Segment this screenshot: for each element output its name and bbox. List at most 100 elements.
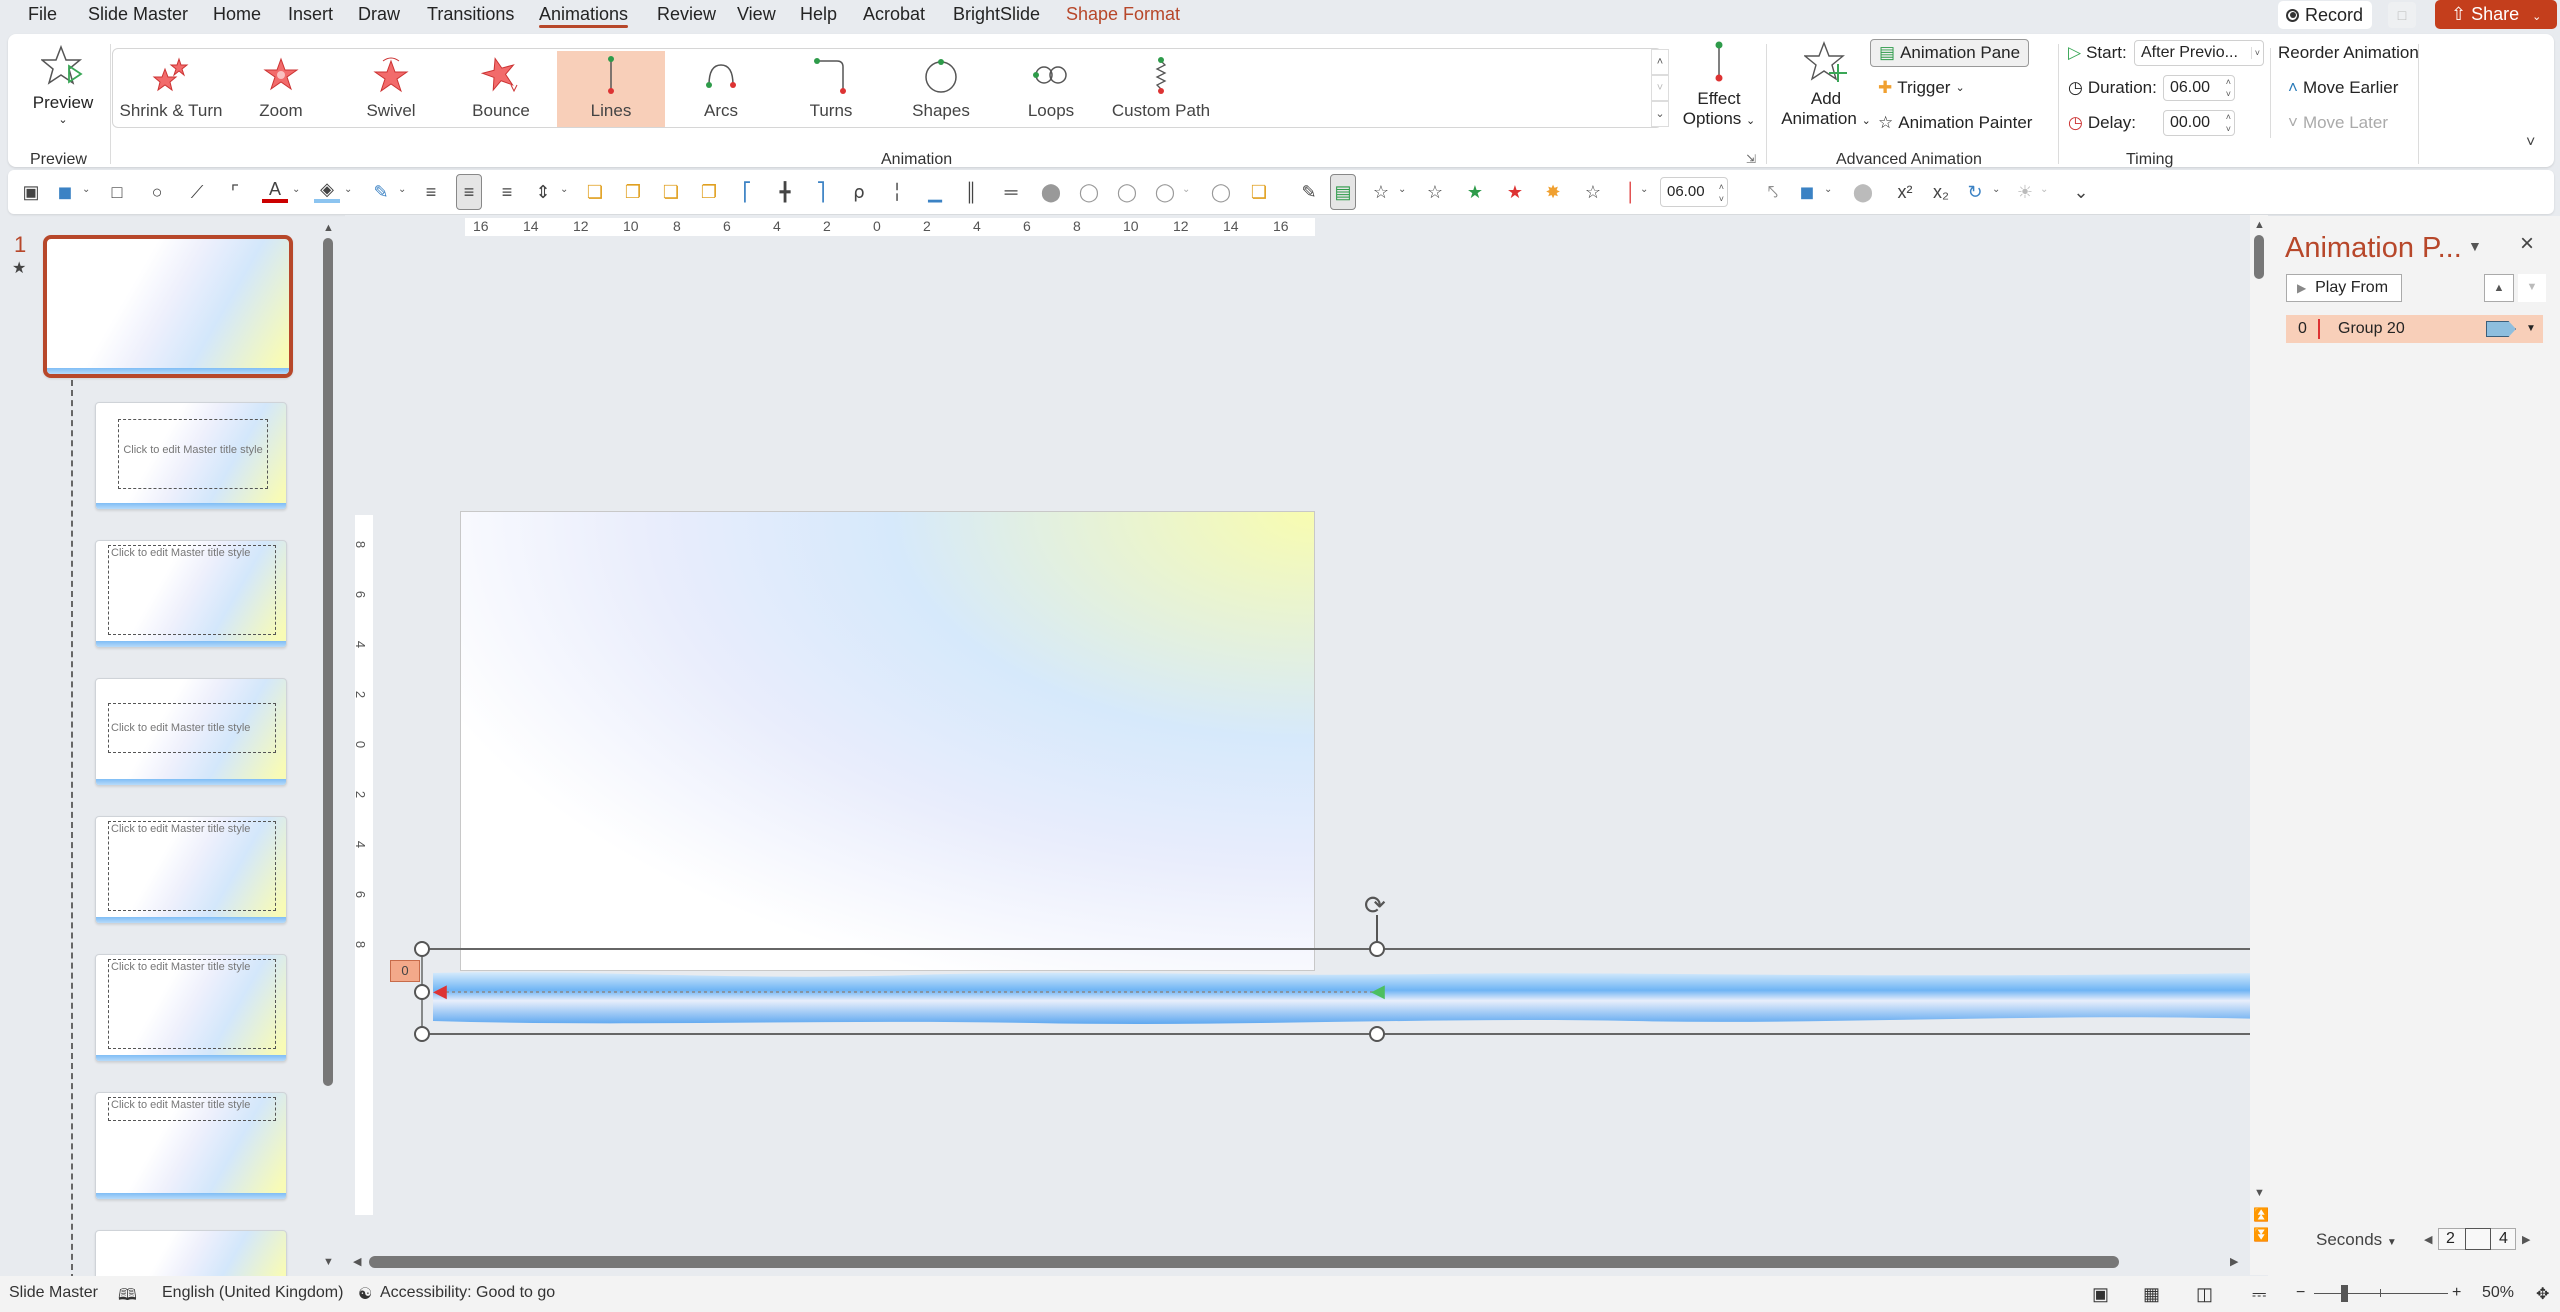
gallery-item-zoom[interactable]: Zoom <box>227 51 335 127</box>
shape-icon[interactable]: ◼ <box>1794 179 1820 205</box>
scroll-down-icon[interactable]: ▼ <box>323 1256 334 1268</box>
thumbnail-scrollbar[interactable]: ▲ ▼ <box>320 220 336 1278</box>
animation-pane-toggle-icon[interactable]: ▤ <box>1330 174 1356 210</box>
merge-fragment-icon[interactable]: ◯ <box>1114 179 1140 205</box>
shape-outline-icon[interactable]: ✎ <box>368 179 394 205</box>
rotate-icon[interactable]: ↻ <box>1962 179 1988 205</box>
resize-handle-top-left[interactable] <box>414 941 430 957</box>
brightness-icon[interactable]: ☀ <box>2012 179 2038 205</box>
animation-order-tag[interactable]: 0 <box>390 960 420 982</box>
emphasis-effect-icon[interactable]: ★ <box>1502 179 1528 205</box>
play-from-button[interactable]: ▶ Play From <box>2286 274 2402 302</box>
align-objects-right-icon[interactable]: ⎤ <box>808 179 834 205</box>
scroll-left-icon[interactable]: ◀ <box>353 1255 361 1268</box>
move-up-button[interactable]: ▲ <box>2484 274 2514 302</box>
tab-view[interactable]: View <box>737 2 776 30</box>
gallery-item-custom-path[interactable]: Custom Path <box>1107 51 1215 127</box>
send-backward-icon[interactable]: ❐ <box>620 179 646 205</box>
rotate-handle-icon[interactable]: ⟳ <box>1364 890 1386 921</box>
gallery-scroll-down-button[interactable]: ˅ <box>1651 75 1669 101</box>
rectangle-icon[interactable]: □ <box>104 179 130 205</box>
resize-handle-bottom-left[interactable] <box>414 1026 430 1042</box>
close-icon[interactable]: × <box>2520 230 2534 258</box>
gallery-item-loops[interactable]: Loops <box>997 51 1105 127</box>
text-box-icon[interactable]: ▣ <box>18 179 44 205</box>
merge-intersect-icon[interactable]: ◯ <box>1152 179 1178 205</box>
tab-review[interactable]: Review <box>657 2 716 30</box>
align-left-icon[interactable]: ≡ <box>418 179 444 205</box>
timeline-bar[interactable] <box>2486 321 2516 337</box>
chevron-down-icon[interactable]: ⌄ <box>292 184 300 195</box>
toolbar-duration-input[interactable]: 06.00 ˄ ˅ <box>1660 177 1728 207</box>
effect-options-button[interactable]: Effect Options ⌄ <box>1674 40 1764 140</box>
animation-painter-button[interactable]: ☆ Animation Painter <box>1878 109 2032 137</box>
canvas-horizontal-scrollbar[interactable]: ◀ ▶ <box>345 1252 2250 1272</box>
scroll-up-icon[interactable]: ▲ <box>2254 219 2265 231</box>
align-right-icon[interactable]: ≡ <box>494 179 520 205</box>
send-to-back-icon[interactable]: ❐ <box>696 179 722 205</box>
slide[interactable] <box>460 511 1315 971</box>
tab-help[interactable]: Help <box>800 2 837 30</box>
star-outline-icon[interactable]: ☆ <box>1580 179 1606 205</box>
layout-thumbnail-title[interactable]: Click to edit Master title style <box>95 402 287 510</box>
shadow-icon[interactable]: ⬤ <box>1850 179 1876 205</box>
chevron-down-icon[interactable]: ⌄ <box>1398 184 1406 195</box>
collapse-ribbon-button[interactable]: ˅ <box>2526 134 2535 152</box>
format-painter-icon[interactable]: ✎ <box>1296 179 1322 205</box>
align-objects-center-icon[interactable]: ╋ <box>772 179 798 205</box>
chevron-down-icon[interactable]: ⌄ <box>398 184 406 195</box>
fit-to-window-icon[interactable]: ✥ <box>2536 1284 2549 1304</box>
gallery-item-turns[interactable]: Turns <box>777 51 885 127</box>
share-button[interactable]: ⇧ Share ⌄ <box>2435 0 2557 29</box>
gallery-more-button[interactable]: ⌄ <box>1651 101 1669 127</box>
timeline-unit-dropdown[interactable]: Seconds ▼ <box>2316 1230 2397 1250</box>
gallery-item-lines[interactable]: Lines <box>557 51 665 127</box>
gallery-scroll-up-button[interactable]: ˄ <box>1651 49 1669 75</box>
canvas-vertical-scrollbar[interactable]: ▲ ▼ ⏫ ⏬ <box>2250 215 2269 1275</box>
merge-combine-icon[interactable]: ◯ <box>1076 179 1102 205</box>
tab-insert[interactable]: Insert <box>288 2 333 30</box>
zoom-in-icon[interactable]: + <box>2452 1284 2461 1302</box>
pane-options-icon[interactable]: ▼ <box>2468 238 2482 254</box>
timeline-left-icon[interactable]: ◀ <box>2424 1233 2432 1246</box>
preview-button[interactable]: Preview ⌄ <box>14 40 112 140</box>
tab-home[interactable]: Home <box>213 2 261 30</box>
duration-input[interactable]: 06.00 ˄ ˅ <box>2163 75 2235 101</box>
layout-thumbnail-section[interactable]: Click to edit Master title style <box>95 678 287 786</box>
align-center-icon[interactable]: ≡ <box>456 174 482 210</box>
shapes-icon[interactable]: ◼ <box>52 179 78 205</box>
add-animation-button[interactable]: Add Animation ⌄ <box>1776 40 1876 140</box>
animation-painter-icon[interactable]: ☆ <box>1422 179 1448 205</box>
layout-thumbnail-title-only[interactable]: Click to edit Master title style <box>95 1092 287 1200</box>
chevron-down-icon[interactable]: ⌄ <box>82 184 90 195</box>
superscript-icon[interactable]: x² <box>1892 179 1918 205</box>
tab-file[interactable]: File <box>28 2 57 30</box>
layout-thumbnail-comparison[interactable]: Click to edit Master title style <box>95 954 287 1062</box>
timeline-right-icon[interactable]: ▶ <box>2522 1233 2530 1246</box>
previous-slide-icon[interactable]: ⏫ <box>2253 1207 2269 1223</box>
slide-sorter-icon[interactable]: ▦ <box>2143 1284 2160 1305</box>
animation-dialog-launcher-icon[interactable]: ⇲ <box>1746 152 1756 166</box>
spinner-arrows-icon[interactable]: ˄ ˅ <box>1719 181 1724 205</box>
animation-list-item[interactable]: 0 Group 20 ▼ <box>2286 315 2543 343</box>
slideshow-icon[interactable]: ⎓ <box>2252 1284 2266 1305</box>
reading-view-icon[interactable]: ◫ <box>2196 1284 2213 1305</box>
normal-view-icon[interactable]: ▣ <box>2092 1284 2109 1305</box>
layout-thumbnail-content[interactable]: Click to edit Master title style <box>95 540 287 648</box>
tab-animations[interactable]: Animations <box>539 2 629 30</box>
chevron-down-icon[interactable]: ⌄ <box>1992 184 2000 195</box>
chevron-down-icon[interactable]: ⌄ <box>560 184 568 195</box>
tab-brightslide[interactable]: BrightSlide <box>953 2 1040 30</box>
zoom-slider-thumb[interactable] <box>2341 1285 2348 1302</box>
zoom-out-icon[interactable]: − <box>2296 1284 2305 1302</box>
tab-acrobat[interactable]: Acrobat <box>863 2 925 30</box>
chevron-down-icon[interactable]: ⌄ <box>2040 184 2048 195</box>
gallery-item-arcs[interactable]: Arcs <box>667 51 775 127</box>
crop-icon[interactable]: ⤣ <box>1760 179 1786 205</box>
start-select[interactable]: After Previo... ˅ <box>2134 40 2264 66</box>
align-bottom-icon[interactable]: ▁ <box>922 179 948 205</box>
scroll-down-icon[interactable]: ▼ <box>2254 1187 2265 1199</box>
shape-fill-icon[interactable]: ◈ <box>314 179 340 203</box>
align-top-icon[interactable]: ⍴ <box>846 179 872 205</box>
move-down-button[interactable]: ▼ <box>2518 274 2546 302</box>
